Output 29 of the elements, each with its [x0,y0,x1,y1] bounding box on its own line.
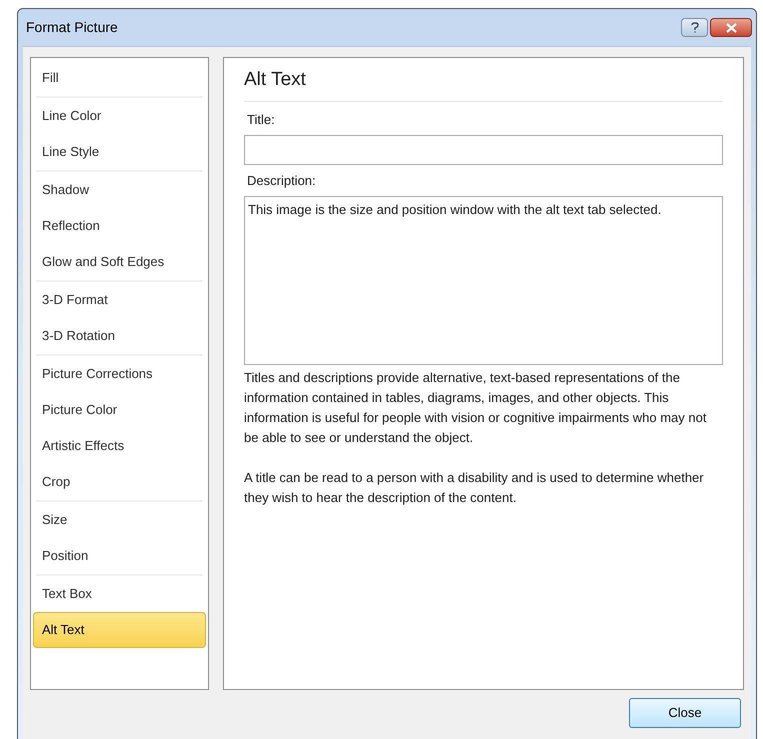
category-item[interactable]: Size [33,502,206,538]
category-item[interactable]: Glow and Soft Edges [33,244,206,280]
category-item[interactable]: 3-D Rotation [33,318,206,354]
window-title: Format Picture [26,18,119,37]
category-item[interactable]: Fill [33,60,206,96]
category-item[interactable]: 3-D Format [33,282,206,318]
close-dialog-button[interactable]: Close [629,698,741,728]
help-text: A title can be read to a person with a disability and is used to determine whether they wish to hear the description of the content. [244,468,705,507]
field-label: Title: [247,110,276,128]
title-field[interactable] [244,135,723,165]
category-item[interactable]: Shadow [33,172,206,208]
category-item[interactable]: Line Color [33,98,206,134]
help-text: Titles and descriptions provide alternative, text-based representations of the information contained in tables, diagrams, images, and other objects. This information is useful for people with vision or cognitive impairments who may not be able to see or understand the object. [244,368,708,447]
category-item[interactable]: Reflection [33,208,206,244]
category-item[interactable]: Position [33,538,206,574]
field-label: Description: [247,172,317,190]
category-item[interactable]: Picture Color [33,392,206,428]
category-item[interactable]: Line Style [33,134,206,170]
description-field[interactable]: This image is the size and position window with the alt text tab selected. [244,196,723,364]
close-icon [726,22,736,32]
category-item[interactable]: Picture Corrections [33,356,206,392]
close-button[interactable] [710,18,752,37]
help-icon [690,22,698,33]
category-item[interactable]: Text Box [33,576,206,612]
help-button[interactable] [681,18,708,37]
category-item[interactable]: Artistic Effects [33,428,206,464]
category-item[interactable]: Crop [33,464,206,500]
category-item[interactable]: Alt Text [33,612,206,648]
panel-heading: Alt Text [244,66,723,102]
